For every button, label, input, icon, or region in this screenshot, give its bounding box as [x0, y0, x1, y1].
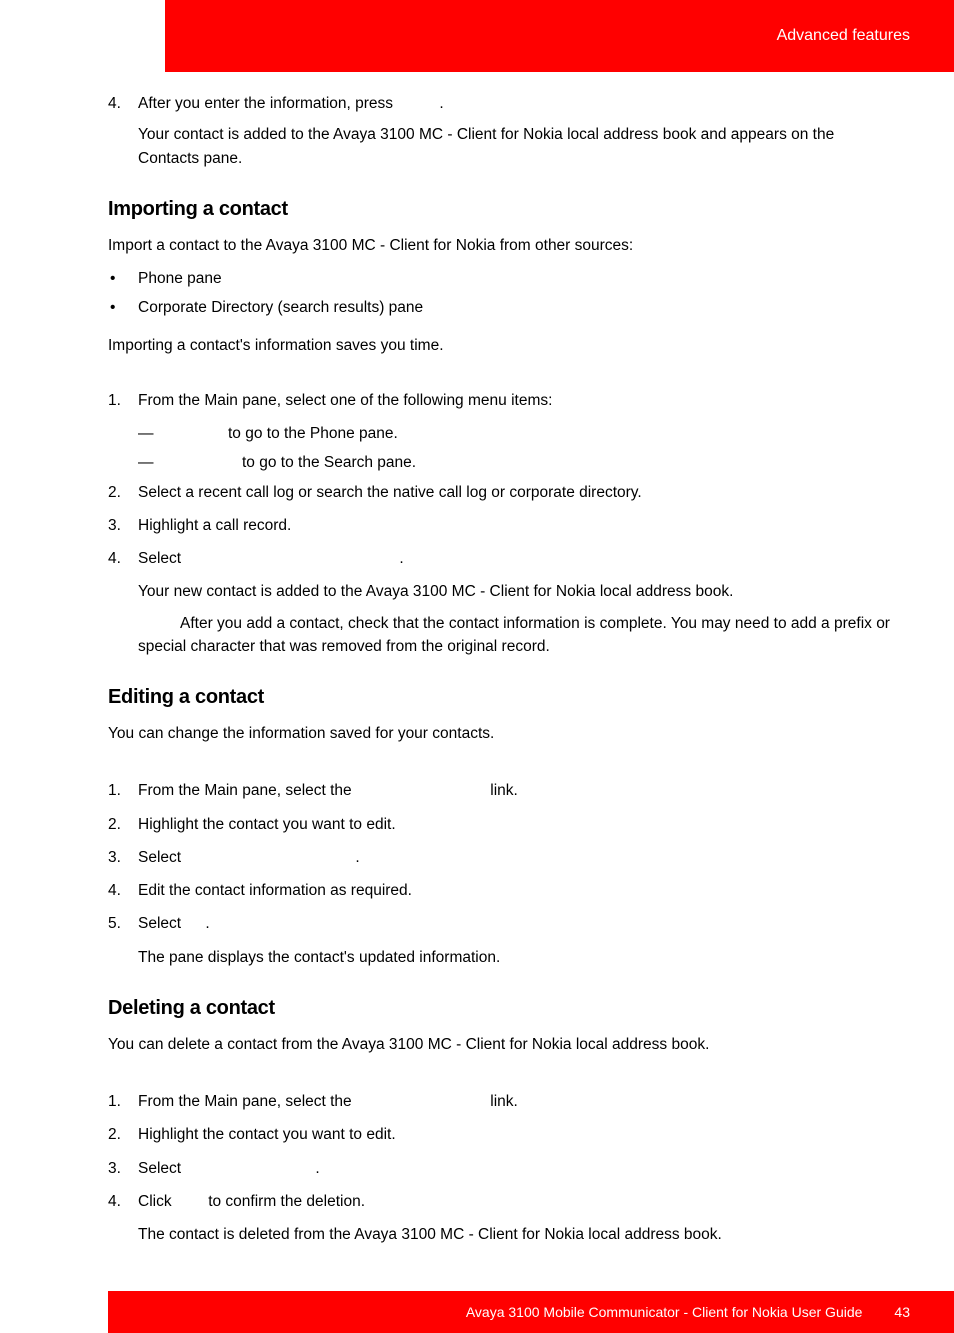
importing-note: Importing a contact's information saves …	[108, 334, 894, 357]
editing-intro: You can change the information saved for…	[108, 722, 894, 745]
editing-step-5: 5. Select .	[108, 912, 894, 935]
heading-editing: Editing a contact	[108, 682, 894, 712]
editing-step-3: 3. Select .	[108, 846, 894, 869]
step-number: 4.	[108, 547, 138, 570]
step-text: From the Main pane, select the link.	[138, 1090, 894, 1113]
step-text: Select .	[138, 1157, 894, 1180]
editing-step-4: 4. Edit the contact information as requi…	[108, 879, 894, 902]
importing-step-3: 3. Highlight a call record.	[108, 514, 894, 537]
header-white-space	[0, 0, 165, 72]
sub-text-content: to go to the Phone pane.	[228, 425, 398, 442]
bullet-mark: •	[108, 267, 138, 290]
deleting-step-2: 2. Highlight the contact you want to edi…	[108, 1123, 894, 1146]
heading-importing: Importing a contact	[108, 194, 894, 224]
bullet-corp-dir: • Corporate Directory (search results) p…	[108, 296, 894, 319]
step-number: 1.	[108, 779, 138, 802]
step-text-c: .	[439, 95, 443, 112]
importing-steps: 1. From the Main pane, select one of the…	[108, 389, 894, 604]
bullet-text: Corporate Directory (search results) pan…	[138, 296, 423, 319]
step-number: 1.	[108, 389, 138, 412]
deleting-intro: You can delete a contact from the Avaya …	[108, 1033, 894, 1056]
step-number: 2.	[108, 481, 138, 504]
step-text-a: Select	[138, 1160, 185, 1177]
deleting-step-3: 3. Select .	[108, 1157, 894, 1180]
step-number: 3.	[108, 1157, 138, 1180]
editing-step-2: 2. Highlight the contact you want to edi…	[108, 813, 894, 836]
step-text: From the Main pane, select the link.	[138, 779, 894, 802]
sub-text-content: to go to the Search pane.	[242, 454, 416, 471]
sub-text: to go to the Phone pane.	[200, 422, 894, 445]
step-text-a: Select	[138, 849, 185, 866]
bullet-text: Phone pane	[138, 267, 222, 290]
deleting-steps: 1. From the Main pane, select the link. …	[108, 1090, 894, 1246]
editing-step-1: 1. From the Main pane, select the link.	[108, 779, 894, 802]
section-title: Advanced features	[777, 24, 910, 48]
sub-text: to go to the Search pane.	[200, 451, 894, 474]
header-band: Advanced features	[0, 0, 954, 72]
importing-step-4: 4. Select .	[108, 547, 894, 570]
top-step-4: 4. After you enter the information, pres…	[108, 92, 894, 115]
sub-dash: —	[138, 422, 200, 445]
step-number: 5.	[108, 912, 138, 935]
step-number: 4.	[108, 92, 138, 115]
importing-sub-2: — to go to the Search pane.	[138, 451, 894, 474]
deleting-step-1: 1. From the Main pane, select the link.	[108, 1090, 894, 1113]
step-number: 3.	[108, 514, 138, 537]
step-text: Click to confirm the deletion.	[138, 1190, 894, 1213]
step-number: 4.	[108, 879, 138, 902]
step-text: Select .	[138, 547, 894, 570]
step-text: Select a recent call log or search the n…	[138, 481, 894, 504]
step-text: Highlight the contact you want to edit.	[138, 813, 894, 836]
header-red-bar: Advanced features	[165, 0, 954, 72]
step-text-a: From the Main pane, select the	[138, 782, 356, 799]
step-text: Highlight the contact you want to edit.	[138, 1123, 894, 1146]
importing-intro: Import a contact to the Avaya 3100 MC - …	[108, 234, 894, 257]
step-text: After you enter the information, press .	[138, 92, 894, 115]
bullet-mark: •	[108, 296, 138, 319]
step-number: 1.	[108, 1090, 138, 1113]
step-text-c: .	[315, 1160, 319, 1177]
step-text-c: .	[355, 849, 359, 866]
step-text-a: Click	[138, 1193, 176, 1210]
footer-band: Avaya 3100 Mobile Communicator - Client …	[0, 1291, 954, 1333]
step-number: 3.	[108, 846, 138, 869]
footer-red-bar: Avaya 3100 Mobile Communicator - Client …	[108, 1291, 954, 1333]
step-number: 2.	[108, 1123, 138, 1146]
importing-step-4-cont: Your new contact is added to the Avaya 3…	[138, 580, 894, 603]
step-number: 2.	[108, 813, 138, 836]
step-text-c: .	[399, 550, 403, 567]
step-text-c: to confirm the deletion.	[204, 1193, 365, 1210]
bullet-phone-pane: • Phone pane	[108, 267, 894, 290]
step-text-a: After you enter the information, press	[138, 95, 397, 112]
importing-step-1: 1. From the Main pane, select one of the…	[108, 389, 894, 412]
step-text-a: From the Main pane, select the	[138, 1093, 356, 1110]
step-text: From the Main pane, select one of the fo…	[138, 389, 894, 412]
importing-after-note: After you add a contact, check that the …	[138, 612, 894, 659]
after-note-text: After you add a contact, check that the …	[138, 615, 890, 655]
step-text: Highlight a call record.	[138, 514, 894, 537]
importing-sub-1: — to go to the Phone pane.	[138, 422, 894, 445]
importing-step-2: 2. Select a recent call log or search th…	[108, 481, 894, 504]
sub-dash: —	[138, 451, 200, 474]
step-text: Select .	[138, 846, 894, 869]
step-text: Edit the contact information as required…	[138, 879, 894, 902]
deleting-step-4: 4. Click to confirm the deletion.	[108, 1190, 894, 1213]
footer-white-space	[0, 1291, 108, 1333]
step-text-c: link.	[486, 1093, 518, 1110]
top-step-4-cont: Your contact is added to the Avaya 3100 …	[138, 123, 894, 170]
heading-deleting: Deleting a contact	[108, 993, 894, 1023]
step-text-c: link.	[486, 782, 518, 799]
page-content: 4. After you enter the information, pres…	[0, 72, 954, 1287]
step-text-a: Select	[138, 915, 185, 932]
step-number: 4.	[108, 1190, 138, 1213]
footer-page-number: 43	[894, 1302, 910, 1323]
editing-step-5-cont: The pane displays the contact's updated …	[138, 946, 894, 969]
step-text-a: Select	[138, 550, 185, 567]
editing-steps: 1. From the Main pane, select the link. …	[108, 779, 894, 969]
step-text-c: .	[205, 915, 209, 932]
step-text: Select .	[138, 912, 894, 935]
footer-doc-title: Avaya 3100 Mobile Communicator - Client …	[466, 1302, 863, 1323]
